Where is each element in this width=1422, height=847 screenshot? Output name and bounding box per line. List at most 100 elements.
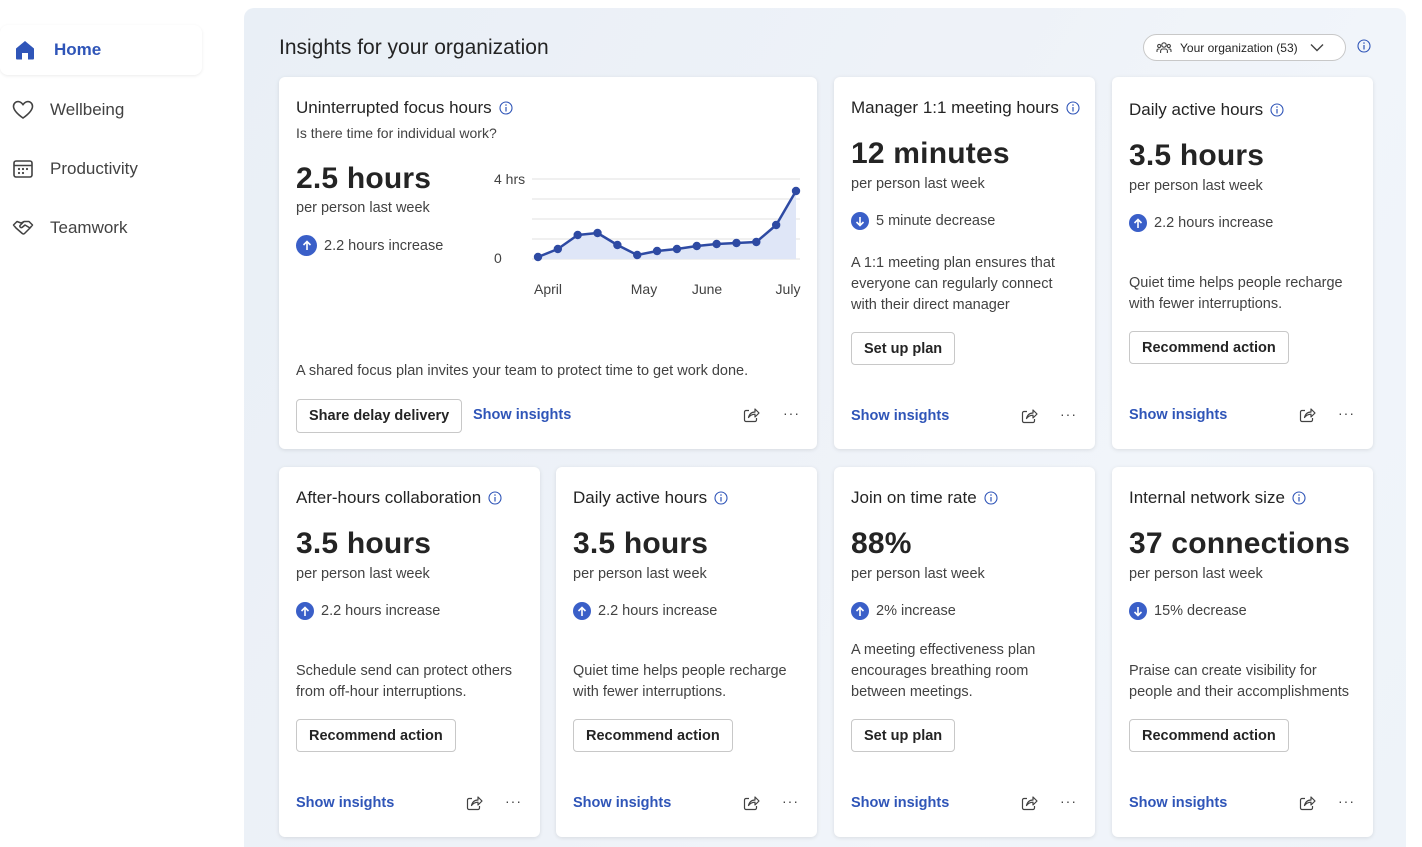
y-tick-label: 4 hrs bbox=[494, 171, 525, 187]
info-icon[interactable] bbox=[1292, 491, 1306, 505]
card-title-text: Daily active hours bbox=[1129, 100, 1264, 119]
card-description: Quiet time helps people recharge with fe… bbox=[1129, 273, 1343, 315]
card-title-text: Join on time rate bbox=[851, 488, 977, 507]
sidebar-item-home[interactable]: Home bbox=[0, 25, 202, 75]
description-line: everyone can regularly connect bbox=[851, 276, 1053, 292]
more-options-icon[interactable]: ··· bbox=[1338, 793, 1355, 809]
description-line: with their direct manager bbox=[851, 297, 1010, 313]
more-options-icon[interactable]: ··· bbox=[1060, 406, 1077, 422]
main-content: Insights for your organization Your orga… bbox=[244, 8, 1406, 847]
chart-point[interactable] bbox=[613, 240, 622, 250]
home-icon bbox=[14, 39, 36, 61]
share-icon[interactable] bbox=[1299, 407, 1316, 423]
trend-text: 5 minute decrease bbox=[876, 213, 996, 229]
chart-point[interactable] bbox=[573, 230, 582, 240]
chart-point[interactable] bbox=[553, 244, 563, 254]
chart-point[interactable] bbox=[672, 244, 682, 254]
description-line: from off-hour interruptions. bbox=[296, 684, 467, 700]
info-icon[interactable] bbox=[1270, 103, 1284, 117]
show-insights-link[interactable]: Show insights bbox=[851, 408, 949, 424]
show-insights-link[interactable]: Show insights bbox=[1129, 795, 1227, 811]
set-up-plan-button[interactable]: Set up plan bbox=[851, 332, 956, 365]
card-title: Daily active hours bbox=[573, 488, 728, 508]
set-up-plan-button[interactable]: Set up plan bbox=[851, 719, 956, 752]
info-icon[interactable] bbox=[1066, 101, 1080, 115]
sidebar-item-label: Teamwork bbox=[50, 218, 128, 237]
more-options-icon[interactable]: ··· bbox=[1060, 793, 1077, 809]
sidebar-item-label: Wellbeing bbox=[50, 100, 125, 119]
metric-value: 2.5 hours bbox=[296, 162, 432, 195]
trend-indicator: 5 minute decrease bbox=[851, 212, 995, 230]
sidebar-item-teamwork[interactable]: Teamwork bbox=[0, 203, 202, 253]
chart-point[interactable] bbox=[791, 186, 801, 196]
chart-point[interactable] bbox=[771, 220, 781, 230]
info-icon[interactable] bbox=[714, 491, 728, 505]
trend-indicator: 2.2 hours increase bbox=[296, 235, 443, 256]
trend-text: 2.2 hours increase bbox=[321, 603, 441, 619]
trend-text: 2.2 hours increase bbox=[324, 237, 444, 254]
show-insights-link[interactable]: Show insights bbox=[296, 795, 394, 811]
card-subtitle: Is there time for individual work? bbox=[296, 125, 497, 141]
trend-text: 2.2 hours increase bbox=[598, 603, 718, 619]
show-insights-link[interactable]: Show insights bbox=[573, 795, 671, 811]
chart-point[interactable] bbox=[633, 250, 642, 260]
chart-point[interactable] bbox=[732, 238, 741, 248]
organization-dropdown[interactable]: Your organization (53) bbox=[1143, 34, 1346, 61]
metric-value: 12 minutes bbox=[851, 137, 1010, 170]
trend-indicator: 2.2 hours increase bbox=[1129, 214, 1273, 232]
chart-point[interactable] bbox=[533, 252, 543, 262]
sidebar-item-label: Home bbox=[54, 40, 102, 59]
more-options-icon[interactable]: ··· bbox=[783, 405, 800, 421]
share-icon[interactable] bbox=[743, 407, 760, 423]
y-tick-label: 0 bbox=[494, 250, 502, 266]
card-description: A 1:1 meeting plan ensures that everyone… bbox=[851, 253, 1055, 316]
share-delay-delivery-button[interactable]: Share delay delivery bbox=[296, 399, 463, 433]
show-insights-link[interactable]: Show insights bbox=[1129, 407, 1227, 423]
chart-point[interactable] bbox=[593, 228, 602, 238]
chart-point[interactable] bbox=[752, 237, 761, 247]
recommend-action-button[interactable]: Recommend action bbox=[296, 719, 456, 752]
share-icon[interactable] bbox=[1021, 408, 1038, 424]
x-tick-label: May bbox=[631, 281, 657, 297]
card-title: After-hours collaboration bbox=[296, 488, 502, 508]
card-description: A shared focus plan invites your team to… bbox=[296, 363, 749, 379]
sidebar-item-wellbeing[interactable]: Wellbeing bbox=[0, 85, 202, 135]
metric-value: 3.5 hours bbox=[296, 527, 432, 560]
more-options-icon[interactable]: ··· bbox=[782, 793, 799, 809]
share-icon[interactable] bbox=[743, 795, 760, 811]
share-icon[interactable] bbox=[466, 795, 483, 811]
card-title-text: Manager 1:1 meeting hours bbox=[851, 98, 1059, 117]
description-line: encourages breathing room bbox=[851, 663, 1029, 679]
chart-point[interactable] bbox=[692, 241, 701, 251]
trend-text: 15% decrease bbox=[1154, 603, 1247, 619]
info-icon[interactable] bbox=[499, 101, 513, 115]
recommend-action-button[interactable]: Recommend action bbox=[1129, 719, 1289, 752]
card-title: Internal network size bbox=[1129, 488, 1306, 508]
info-icon[interactable] bbox=[1357, 39, 1371, 58]
metric-caption: per person last week bbox=[851, 176, 985, 192]
sidebar-item-productivity[interactable]: Productivity bbox=[0, 144, 202, 194]
description-line: Quiet time helps people recharge bbox=[1129, 275, 1343, 291]
info-icon[interactable] bbox=[984, 491, 998, 505]
more-options-icon[interactable]: ··· bbox=[1338, 405, 1355, 421]
chart-point[interactable] bbox=[712, 239, 721, 249]
chart-point[interactable] bbox=[652, 246, 662, 256]
recommend-action-button[interactable]: Recommend action bbox=[573, 719, 733, 752]
description-line: Quiet time helps people recharge bbox=[573, 663, 787, 679]
share-icon[interactable] bbox=[1021, 795, 1038, 811]
share-icon[interactable] bbox=[1299, 795, 1316, 811]
trend-indicator: 15% decrease bbox=[1129, 602, 1247, 620]
trend-text: 2.2 hours increase bbox=[1154, 215, 1274, 231]
more-options-icon[interactable]: ··· bbox=[505, 793, 522, 809]
show-insights-link[interactable]: Show insights bbox=[851, 795, 949, 811]
metric-caption: per person last week bbox=[1129, 566, 1263, 582]
show-insights-link[interactable]: Show insights bbox=[473, 407, 571, 423]
info-icon[interactable] bbox=[488, 491, 502, 505]
heart-icon bbox=[12, 99, 34, 121]
metric-caption: per person last week bbox=[296, 566, 430, 582]
card-description: A meeting effectiveness plan encourages … bbox=[851, 640, 1035, 703]
arrow-up-icon bbox=[573, 602, 591, 620]
arrow-up-icon bbox=[1129, 214, 1147, 232]
handshake-icon bbox=[12, 217, 34, 239]
recommend-action-button[interactable]: Recommend action bbox=[1129, 331, 1289, 364]
